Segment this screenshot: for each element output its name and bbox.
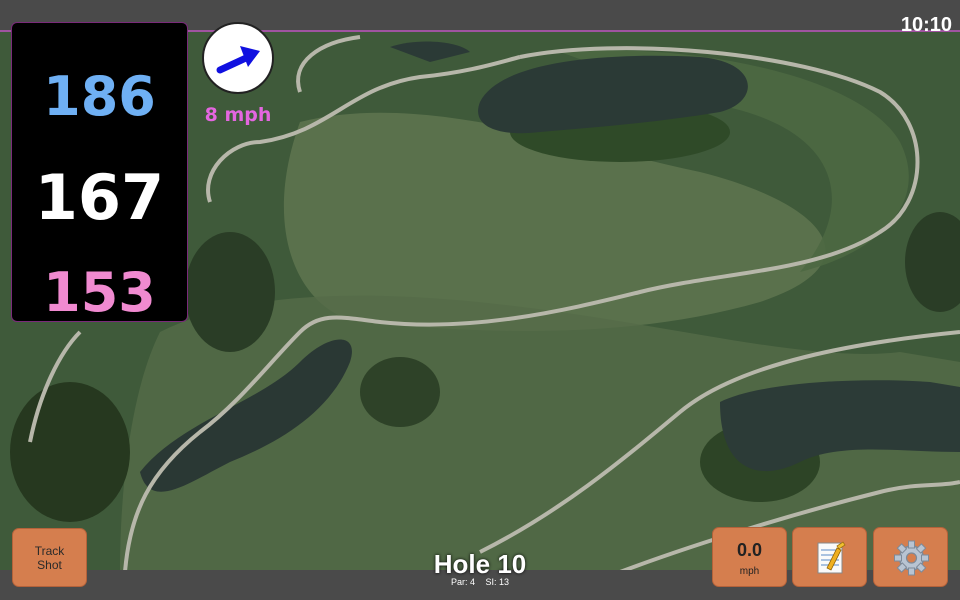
speed-button[interactable]: 0.0 mph: [712, 527, 787, 587]
track-shot-label-line2: Shot: [37, 557, 62, 572]
wind-arrow-icon: [216, 46, 260, 74]
notepad-icon: [817, 541, 846, 574]
track-shot-label-line1: Track: [34, 543, 65, 558]
settings-button[interactable]: [873, 527, 948, 587]
hole-par: Par: 4: [450, 577, 475, 587]
yardage-panel: 186 167 153: [11, 22, 188, 324]
wind-indicator: [202, 22, 274, 94]
front-distance: 153: [43, 261, 156, 324]
hole-info: Par: 4 SI: 13: [380, 577, 580, 587]
track-shot-button[interactable]: Track Shot: [12, 528, 87, 587]
hole-title: Hole 10: [433, 549, 527, 579]
wind-speed: 8 mph: [204, 104, 272, 126]
clock: 10:10: [900, 14, 952, 36]
gear-icon: [894, 540, 929, 576]
notes-button[interactable]: [792, 527, 867, 587]
back-distance: 186: [43, 65, 156, 128]
speed-unit: mph: [739, 566, 760, 577]
speed-value: 0.0: [736, 540, 763, 560]
hole-stroke-index: SI: 13: [485, 577, 510, 587]
middle-distance: 167: [34, 161, 165, 234]
